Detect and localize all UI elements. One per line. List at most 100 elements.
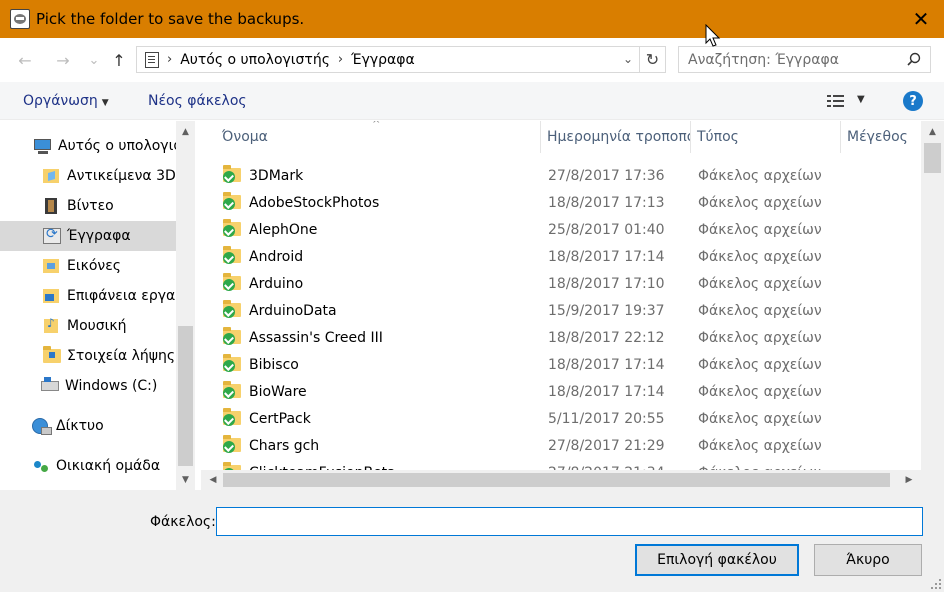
sidebar-item-desktop[interactable]: Επιφάνεια εργασίας bbox=[0, 281, 176, 311]
sidebar-item-videos[interactable]: Βίντεο bbox=[0, 191, 176, 221]
select-folder-button[interactable]: Επιλογή φακέλου bbox=[635, 544, 799, 576]
file-date: 25/8/2017 01:40 bbox=[548, 221, 665, 238]
sidebar-item-3d-objects[interactable]: Αντικείμενα 3D bbox=[0, 161, 176, 191]
navigation-bar: ← → ⌄ ↑ › Αυτός ο υπολογιστής › Έγγραφα … bbox=[0, 38, 944, 82]
file-date: 15/9/2017 19:37 bbox=[548, 302, 665, 319]
sidebar-item-label: Windows (C:) bbox=[65, 378, 158, 394]
column-type[interactable]: Τύπος bbox=[691, 121, 841, 153]
file-date: 27/8/2017 21:29 bbox=[548, 437, 665, 454]
table-row[interactable]: ArduinoData 15/9/2017 19:37 Φάκελος αρχείω… bbox=[201, 297, 921, 324]
resize-grip-icon[interactable] bbox=[930, 578, 942, 590]
organize-menu[interactable]: Οργάνωση ▼ bbox=[23, 93, 109, 109]
sidebar-item-documents[interactable]: Έγγραφα bbox=[0, 221, 176, 251]
file-date: 18/8/2017 17:14 bbox=[548, 356, 665, 373]
sidebar-item-label: Έγγραφα bbox=[67, 228, 131, 244]
file-name: AlephOne bbox=[249, 221, 318, 238]
sidebar-item-label: Βίντεο bbox=[67, 198, 114, 214]
new-folder-button[interactable]: Νέος φάκελος bbox=[148, 93, 247, 109]
folder-synced-icon bbox=[223, 273, 241, 291]
up-icon[interactable]: ↑ bbox=[107, 48, 131, 72]
scrollbar-thumb[interactable] bbox=[223, 473, 890, 487]
close-icon[interactable]: ✕ bbox=[898, 0, 944, 38]
sidebar-item-label: Αντικείμενα 3D bbox=[67, 168, 176, 184]
title-bar: Pick the folder to save the backups. ✕ bbox=[0, 0, 944, 38]
video-icon bbox=[43, 198, 61, 214]
sidebar-item-pictures[interactable]: Εικόνες bbox=[0, 251, 176, 281]
help-icon[interactable]: ? bbox=[903, 91, 923, 111]
file-type: Φάκελος αρχείων bbox=[698, 221, 822, 238]
organize-label: Οργάνωση bbox=[23, 93, 98, 109]
scrollbar-thumb[interactable] bbox=[924, 143, 941, 173]
back-icon[interactable]: ← bbox=[13, 48, 37, 72]
scroll-up-icon[interactable]: ▲ bbox=[921, 123, 944, 140]
scroll-right-icon[interactable]: ▶ bbox=[899, 470, 919, 490]
folder-synced-icon bbox=[223, 354, 241, 372]
folder-synced-icon bbox=[223, 246, 241, 264]
column-date-modified[interactable]: Ημερομηνία τροποποίησης bbox=[541, 121, 691, 153]
search-input[interactable] bbox=[688, 51, 898, 68]
address-dropdown-icon[interactable]: ⌄ bbox=[623, 52, 633, 66]
table-row[interactable]: Android 18/8/2017 17:14 Φάκελος αρχείων bbox=[201, 243, 921, 270]
file-name: AdobeStockPhotos bbox=[249, 194, 380, 211]
sidebar-item-windows-c[interactable]: Windows (C:) bbox=[0, 371, 176, 401]
sidebar-scrollbar[interactable]: ▲ ▼ bbox=[176, 121, 195, 490]
view-options-icon[interactable] bbox=[826, 94, 846, 108]
table-row[interactable]: Arduino 18/8/2017 17:10 Φάκελος αρχείων bbox=[201, 270, 921, 297]
sidebar-item-music[interactable]: Μουσική bbox=[0, 311, 176, 341]
scrollbar-thumb[interactable] bbox=[178, 326, 193, 466]
file-list-vertical-scrollbar[interactable]: ▲ bbox=[921, 121, 944, 470]
cancel-button[interactable]: Άκυρο bbox=[814, 544, 922, 576]
table-row[interactable]: 3DMark 27/8/2017 17:36 Φάκελος αρχείων bbox=[201, 162, 921, 189]
sidebar-item-homegroup[interactable]: Οικιακή ομάδα bbox=[0, 451, 176, 481]
table-row[interactable]: Assassin's Creed III 18/8/2017 22:12 Φάκελ… bbox=[201, 324, 921, 351]
file-type: Φάκελος αρχείων bbox=[698, 410, 822, 427]
sidebar-item-downloads[interactable]: Στοιχεία λήψης bbox=[0, 341, 176, 371]
file-name: Arduino bbox=[249, 275, 304, 292]
column-size[interactable]: Μέγεθος bbox=[841, 121, 921, 153]
file-type: Φάκελος αρχείων bbox=[698, 248, 822, 265]
folder-synced-icon bbox=[223, 408, 241, 426]
documents-icon bbox=[43, 226, 61, 244]
sidebar-item-label: Αυτός ο υπολογιστής bbox=[58, 138, 176, 154]
table-row[interactable]: AlephOne 25/8/2017 01:40 Φάκελος αρχείων bbox=[201, 216, 921, 243]
scroll-up-icon[interactable]: ▲ bbox=[176, 123, 195, 140]
window-title: Pick the folder to save the backups. bbox=[36, 10, 305, 28]
search-box[interactable] bbox=[678, 46, 931, 73]
recent-locations-icon[interactable]: ⌄ bbox=[82, 48, 106, 72]
network-icon bbox=[32, 418, 52, 435]
forward-icon[interactable]: → bbox=[51, 48, 75, 72]
breadcrumb-documents[interactable]: Έγγραφα bbox=[351, 52, 415, 68]
file-list-horizontal-scrollbar[interactable]: ◀ ▶ bbox=[201, 470, 921, 490]
folder-name-input[interactable] bbox=[216, 507, 923, 536]
sidebar-item-label: Επιφάνεια εργασίας bbox=[67, 288, 176, 304]
table-row[interactable]: Chars gch 27/8/2017 21:29 Φάκελος αρχείων bbox=[201, 432, 921, 459]
search-icon[interactable] bbox=[907, 52, 921, 66]
sidebar-item-network[interactable]: Δίκτυο bbox=[0, 411, 176, 441]
view-dropdown-icon[interactable]: ▼ bbox=[857, 94, 865, 105]
file-type: Φάκελος αρχείων bbox=[698, 167, 822, 184]
column-name[interactable]: Όνομα bbox=[216, 121, 541, 153]
navigation-pane: Αυτός ο υπολογιστής Αντικείμενα 3D Βίντε… bbox=[0, 121, 195, 490]
file-date: 18/8/2017 17:14 bbox=[548, 248, 665, 265]
file-type: Φάκελος αρχείων bbox=[698, 194, 822, 211]
file-type: Φάκελος αρχείων bbox=[698, 329, 822, 346]
folder-synced-icon bbox=[223, 327, 241, 345]
app-icon bbox=[10, 9, 30, 29]
scroll-left-icon[interactable]: ◀ bbox=[203, 470, 223, 490]
breadcrumb-this-pc[interactable]: Αυτός ο υπολογιστής bbox=[180, 52, 330, 68]
file-name: 3DMark bbox=[249, 167, 304, 184]
table-row[interactable]: BioWare 18/8/2017 17:14 Φάκελος αρχείων bbox=[201, 378, 921, 405]
table-row[interactable]: Bibisco 18/8/2017 17:14 Φάκελος αρχείων bbox=[201, 351, 921, 378]
address-bar[interactable]: › Αυτός ο υπολογιστής › Έγγραφα ⌄ ↻ bbox=[136, 46, 666, 73]
file-name: Assassin's Creed III bbox=[249, 329, 383, 346]
file-type: Φάκελος αρχείων bbox=[698, 383, 822, 400]
sidebar-item-label: Στοιχεία λήψης bbox=[67, 348, 176, 364]
sidebar-item-this-pc[interactable]: Αυτός ο υπολογιστής bbox=[0, 131, 176, 161]
table-row[interactable]: CertPack 5/11/2017 20:55 Φάκελος αρχείων bbox=[201, 405, 921, 432]
table-row[interactable]: AdobeStockPhotos 18/8/2017 17:13 Φάκελος α… bbox=[201, 189, 921, 216]
sidebar-item-label: Δίκτυο bbox=[56, 418, 104, 434]
scroll-down-icon[interactable]: ▼ bbox=[176, 471, 195, 488]
refresh-icon[interactable]: ↻ bbox=[639, 47, 665, 72]
folder-label: Φάκελος: bbox=[150, 514, 216, 530]
file-date: 27/8/2017 17:36 bbox=[548, 167, 665, 184]
